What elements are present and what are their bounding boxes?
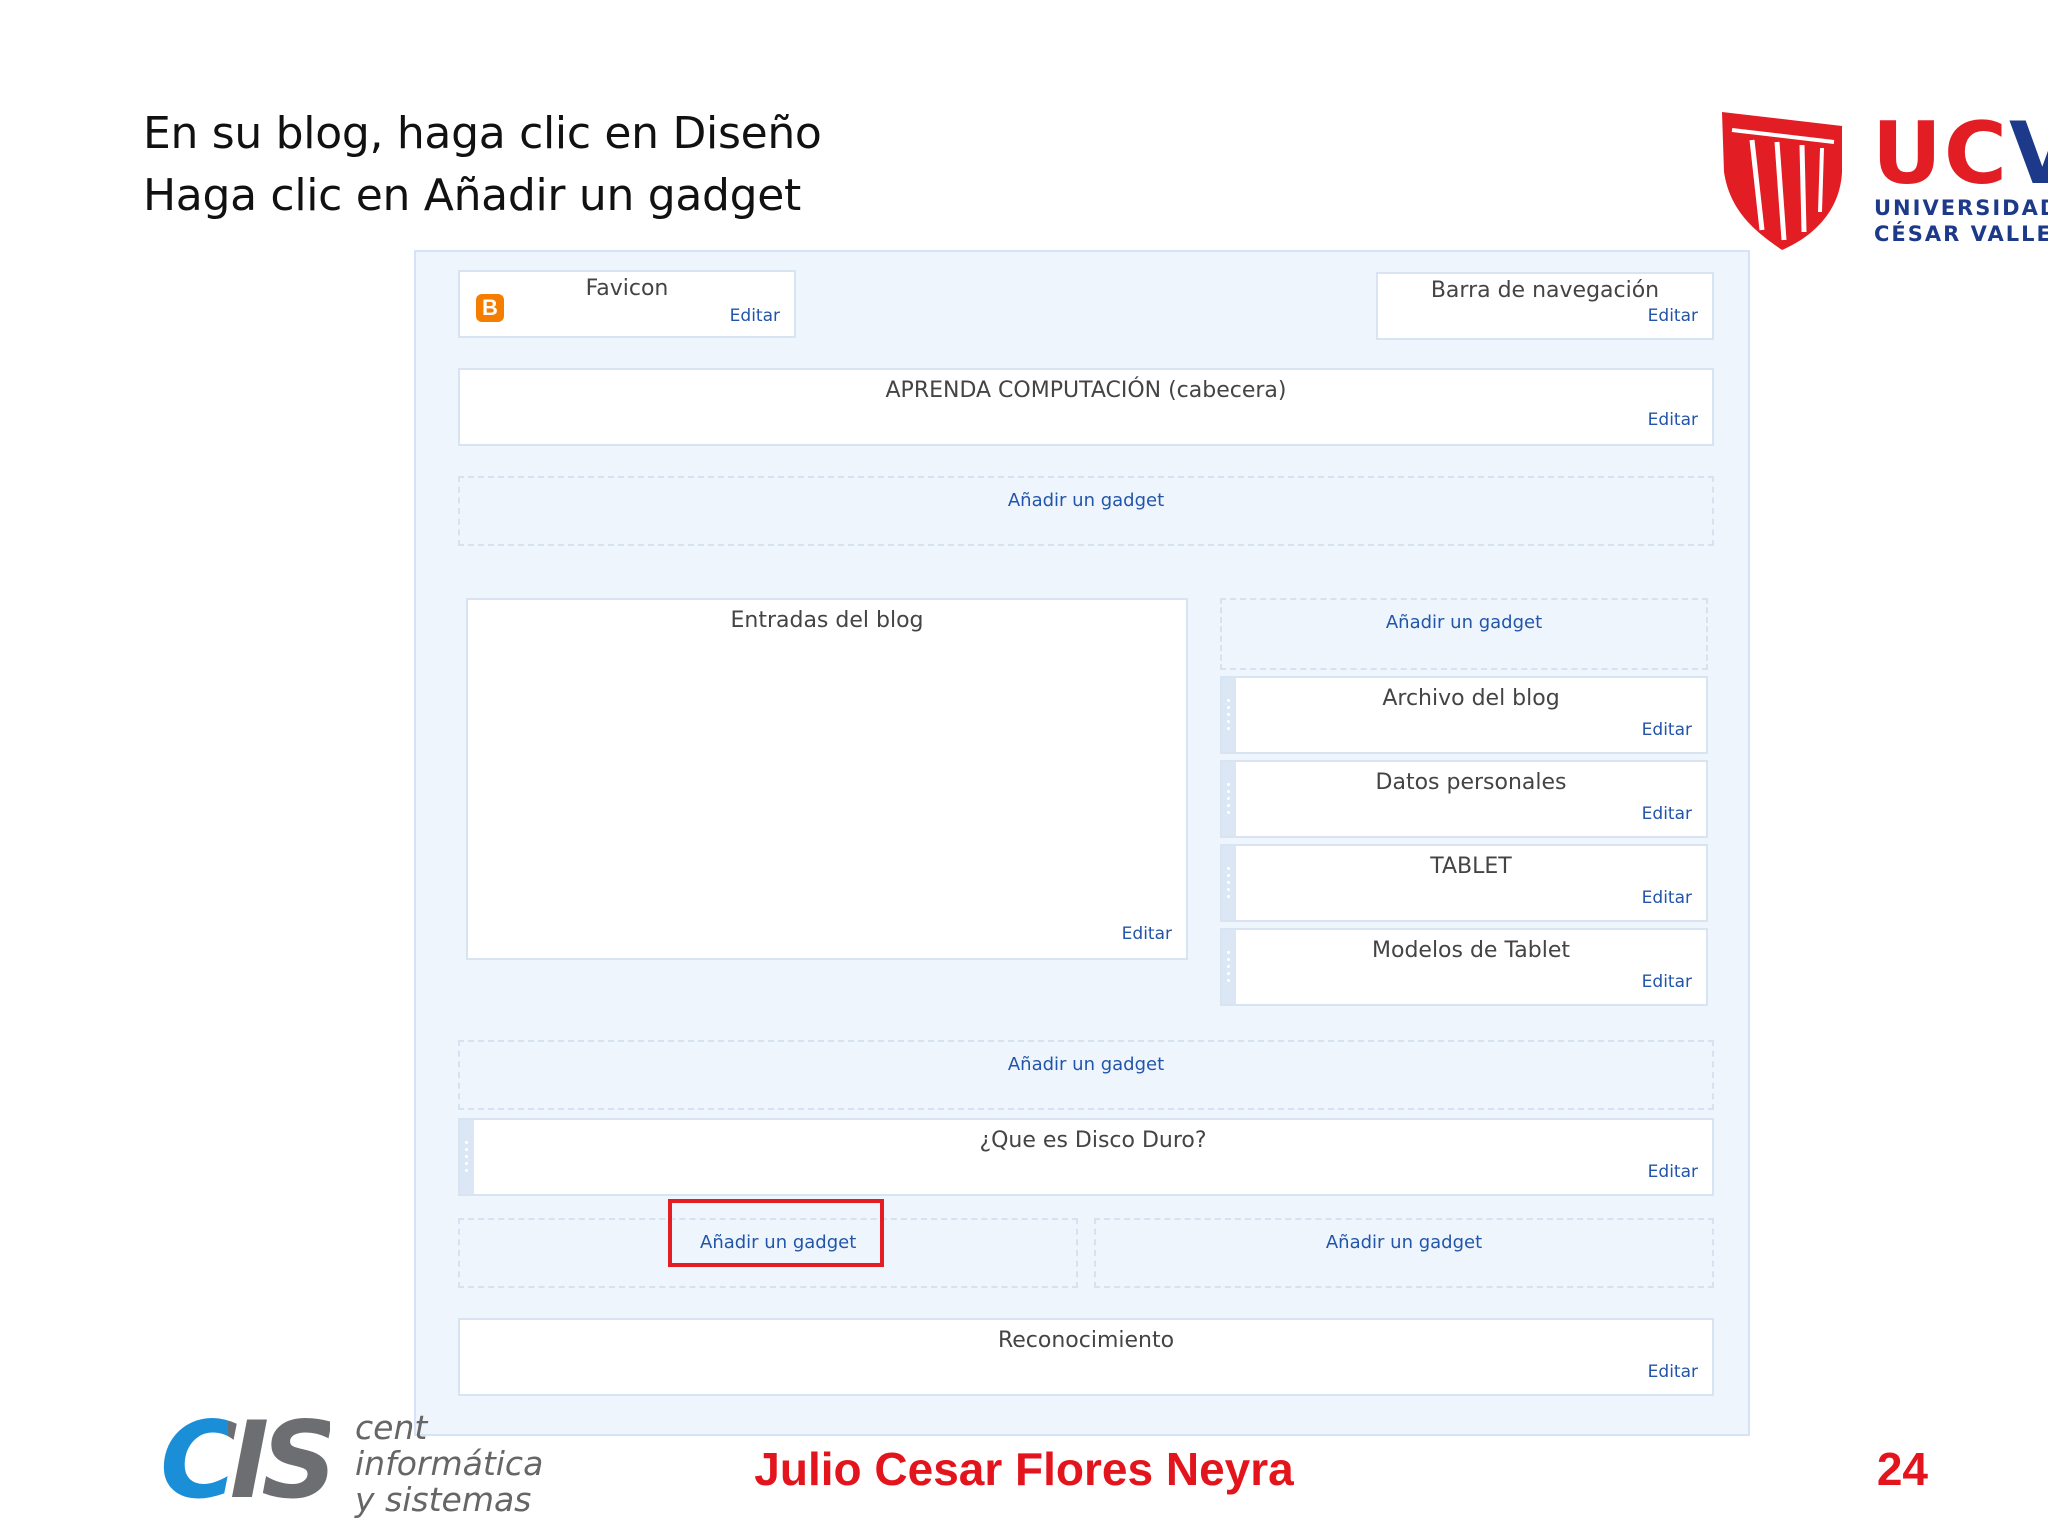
gadget-personal-data[interactable]: Datos personales Editar	[1220, 760, 1708, 838]
instruction-line-2: Haga clic en Añadir un gadget	[143, 170, 802, 221]
edit-link[interactable]: Editar	[1122, 924, 1172, 944]
edit-link[interactable]: Editar	[1642, 804, 1692, 824]
drag-handle[interactable]	[1222, 762, 1236, 836]
edit-link[interactable]: Editar	[1648, 306, 1698, 326]
edit-link[interactable]: Editar	[1648, 1362, 1698, 1382]
ucv-line-1: UNIVERSIDAD	[1874, 196, 2048, 220]
drag-handle[interactable]	[1222, 930, 1236, 1004]
gadget-title: Modelos de Tablet	[1372, 938, 1570, 963]
edit-link[interactable]: Editar	[1642, 888, 1692, 908]
highlight-box	[668, 1199, 884, 1267]
gadget-header[interactable]: APRENDA COMPUTACIÓN (cabecera) Editar	[458, 368, 1714, 446]
edit-link[interactable]: Editar	[1648, 1162, 1698, 1182]
edit-link[interactable]: Editar	[1642, 720, 1692, 740]
gadget-favicon[interactable]: B Favicon Editar	[458, 270, 796, 338]
gadget-title: Entradas del blog	[730, 608, 924, 633]
add-gadget-zone-middle: Añadir un gadget	[458, 1040, 1714, 1110]
add-gadget-zone-top: Añadir un gadget	[458, 476, 1714, 546]
edit-link[interactable]: Editar	[730, 306, 780, 326]
cis-line-1: cent	[355, 1408, 428, 1447]
add-gadget-zone-footer-right: Añadir un gadget	[1094, 1218, 1714, 1288]
gadget-attribution[interactable]: Reconocimiento Editar	[458, 1318, 1714, 1396]
edit-link[interactable]: Editar	[1642, 972, 1692, 992]
add-gadget-zone-sidebar: Añadir un gadget	[1220, 598, 1708, 670]
ucv-title: UCV	[1872, 104, 2048, 204]
add-gadget-link[interactable]: Añadir un gadget	[1096, 1232, 1712, 1253]
gadget-tablet[interactable]: TABLET Editar	[1220, 844, 1708, 922]
gadget-title: Datos personales	[1375, 770, 1567, 795]
add-gadget-link[interactable]: Añadir un gadget	[460, 490, 1712, 511]
author-name: Julio Cesar Flores Neyra	[754, 1443, 1294, 1495]
drag-handle[interactable]	[1222, 678, 1236, 752]
page-number: 24	[1876, 1443, 1928, 1495]
gadget-blog-posts[interactable]: Entradas del blog Editar	[466, 598, 1188, 960]
gadget-tablet-models[interactable]: Modelos de Tablet Editar	[1220, 928, 1708, 1006]
ucv-line-2: CÉSAR VALLEJO	[1874, 222, 2048, 246]
gadget-title: Archivo del blog	[1382, 686, 1560, 711]
gadget-title: Barra de navegación	[1430, 278, 1660, 303]
slide-instructions: En su blog, haga clic en Diseño Haga cli…	[143, 103, 822, 227]
add-gadget-link[interactable]: Añadir un gadget	[1222, 612, 1706, 633]
add-gadget-link[interactable]: Añadir un gadget	[460, 1054, 1712, 1075]
gadget-title: TABLET	[1430, 854, 1512, 879]
drag-handle[interactable]	[460, 1120, 474, 1194]
edit-link[interactable]: Editar	[1648, 410, 1698, 430]
instruction-line-1: En su blog, haga clic en Diseño	[143, 108, 822, 159]
gadget-title: APRENDA COMPUTACIÓN (cabecera)	[885, 378, 1287, 403]
blog-layout-panel: B Favicon Editar Barra de navegación Edi…	[414, 250, 1750, 1436]
gadget-disco-duro[interactable]: ¿Que es Disco Duro? Editar	[458, 1118, 1714, 1196]
gadget-title: ¿Que es Disco Duro?	[979, 1128, 1207, 1153]
ucv-wordmark: UCV	[1872, 108, 2048, 200]
ucv-logo: UCV UNIVERSIDAD CÉSAR VALLEJO	[1722, 108, 2048, 258]
ucv-shield-icon	[1722, 112, 1842, 250]
gadget-title: Reconocimiento	[997, 1328, 1175, 1353]
blogger-icon: B	[476, 294, 504, 322]
gadget-title: Favicon	[585, 276, 669, 301]
drag-handle[interactable]	[1222, 846, 1236, 920]
gadget-blog-archive[interactable]: Archivo del blog Editar	[1220, 676, 1708, 754]
gadget-navbar[interactable]: Barra de navegación Editar	[1376, 272, 1714, 340]
